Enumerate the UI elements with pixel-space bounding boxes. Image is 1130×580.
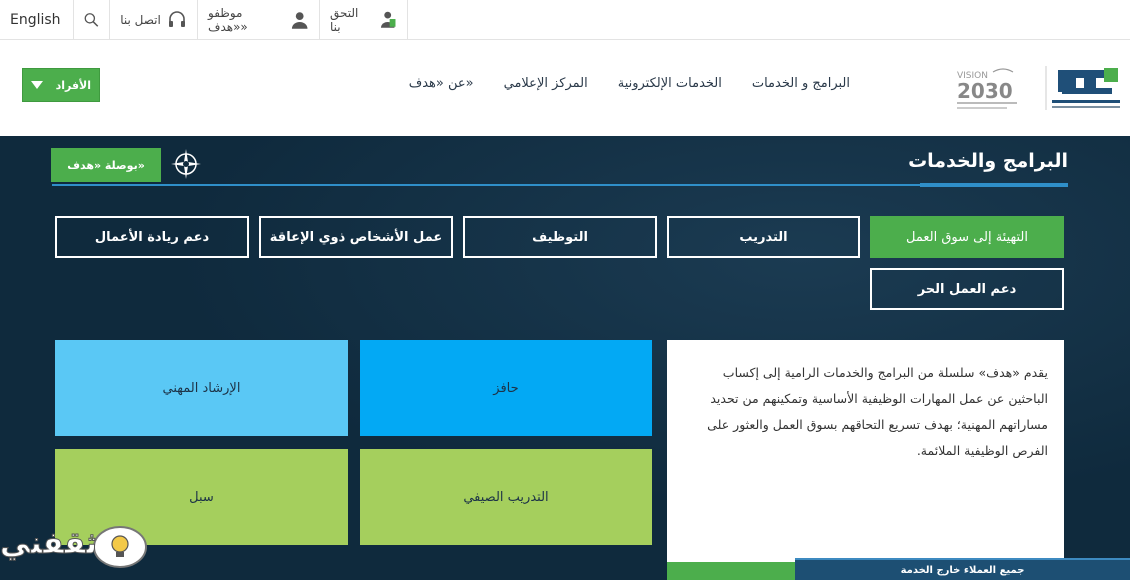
headset-icon	[168, 11, 185, 27]
category-freelance[interactable]: دعم العمل الحر	[870, 268, 1064, 310]
category-entrepreneurship[interactable]: دعم ريادة الأعمال	[55, 216, 249, 258]
individuals-label: الأفراد	[55, 78, 91, 92]
contact-link[interactable]: اتصل بنا	[110, 0, 198, 40]
nav-eservices[interactable]: الخدمات الإلكترونية	[618, 76, 722, 91]
description-card: يقدم «هدف» سلسلة من البرامج والخدمات الر…	[667, 340, 1064, 580]
category-disability-work[interactable]: عمل الأشخاص ذوي الإعاقة	[259, 216, 453, 258]
vision-2030-logo: VISION 2030	[957, 68, 1017, 109]
section-divider	[52, 184, 1068, 186]
live-chat-status: جميع العملاء خارج الخدمة	[900, 564, 1025, 576]
tile-subul[interactable]: سبل	[55, 449, 348, 545]
nav-about[interactable]: عن «هدف»	[409, 76, 474, 91]
programs-section: البرامج والخدمات بوصلة «هدف» التهيئة إلى…	[0, 136, 1130, 580]
main-header: الأفراد البرامج و الخدمات الخدمات الإلكت…	[0, 40, 1130, 136]
staff-label: موظفو «هدف»	[208, 6, 248, 34]
contact-label: اتصل بنا	[120, 13, 161, 27]
tile-summer-training[interactable]: التدريب الصيفي	[360, 449, 652, 545]
svg-text:2030: 2030	[957, 79, 1013, 103]
section-title: البرامج والخدمات	[908, 150, 1068, 172]
join-link[interactable]: التحق بنا	[320, 0, 408, 40]
category-employment[interactable]: التوظيف	[463, 216, 657, 258]
top-utility-bar: English اتصل بنا موظفو «هدف» التحق بنا	[0, 0, 1130, 40]
individuals-dropdown[interactable]: الأفراد	[22, 68, 100, 102]
staff-link[interactable]: موظفو «هدف»	[198, 0, 320, 40]
search-button[interactable]	[74, 0, 110, 40]
user-icon	[291, 12, 308, 29]
category-labor-market[interactable]: التهيئة إلى سوق العمل	[870, 216, 1064, 258]
tile-hafiz[interactable]: حافز	[360, 340, 652, 436]
live-chat-bar[interactable]: جميع العملاء خارج الخدمة	[795, 558, 1130, 580]
compass-button[interactable]: بوصلة «هدف»	[51, 148, 161, 182]
nav-media[interactable]: المركز الإعلامي	[504, 76, 588, 91]
description-text: يقدم «هدف» سلسلة من البرامج والخدمات الر…	[707, 365, 1048, 458]
english-link[interactable]: English	[10, 12, 61, 28]
search-icon	[84, 13, 99, 27]
watermark-text: ثقفني	[0, 526, 98, 562]
bottom-green-strip	[667, 562, 795, 580]
category-training[interactable]: التدريب	[667, 216, 860, 258]
section-title-underline	[920, 183, 1068, 187]
join-label: التحق بنا	[330, 6, 359, 34]
nav-programs[interactable]: البرامج و الخدمات	[752, 76, 850, 91]
language-switch[interactable]: English	[0, 0, 74, 40]
user-form-icon	[380, 11, 396, 28]
compass-icon	[171, 149, 201, 179]
main-nav: البرامج و الخدمات الخدمات الإلكترونية ال…	[409, 76, 850, 91]
hadaf-logo	[1045, 66, 1120, 110]
tile-career-guidance[interactable]: الإرشاد المهني	[55, 340, 348, 436]
chevron-down-icon	[31, 81, 43, 89]
